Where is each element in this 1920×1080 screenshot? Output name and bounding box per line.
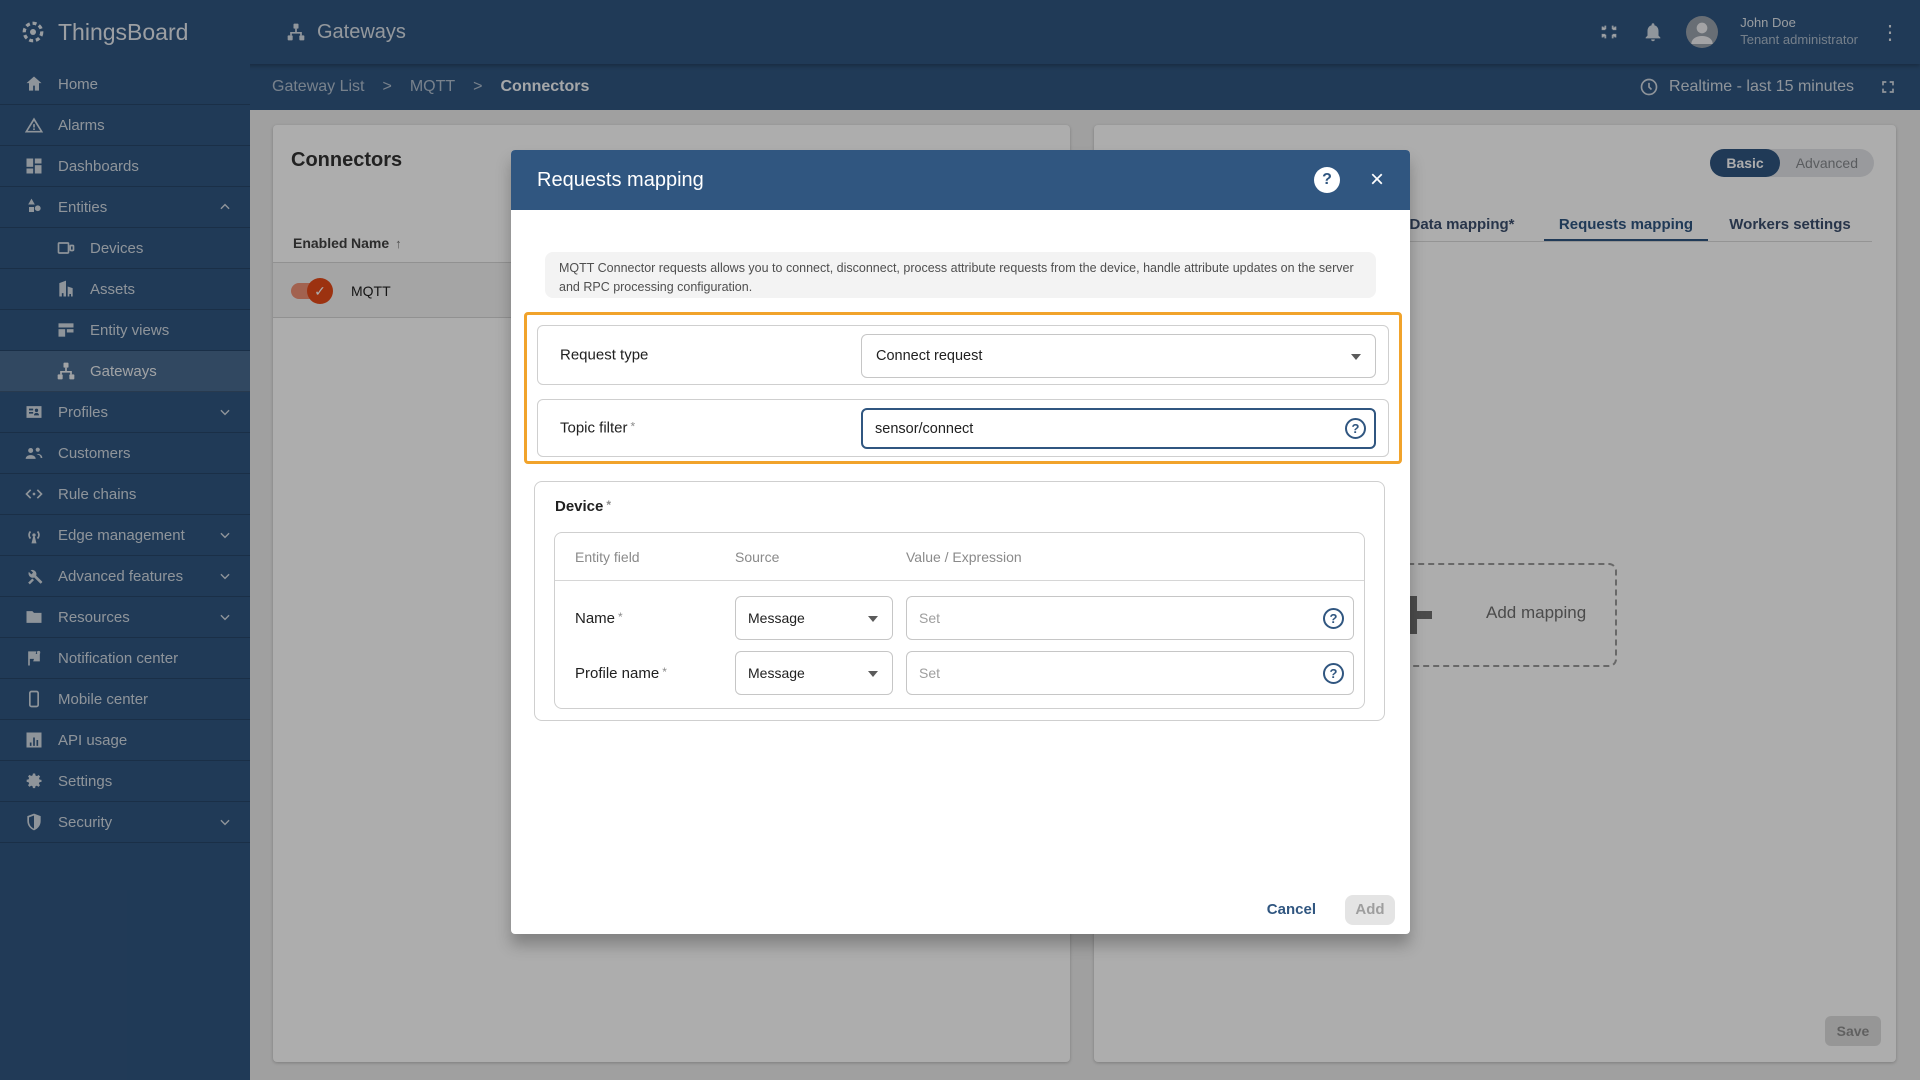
highlighted-request-section: Request type Connect request Topic filte… — [524, 312, 1402, 464]
topic-filter-help-icon[interactable]: ? — [1345, 418, 1366, 439]
name-source-select[interactable]: Message — [735, 596, 893, 640]
profile-source-select[interactable]: Message — [735, 651, 893, 695]
request-type-label: Request type — [560, 347, 648, 364]
dialog-description: MQTT Connector requests allows you to co… — [545, 252, 1376, 298]
topic-filter-field: Topic filter* ? — [537, 399, 1389, 457]
topic-filter-label: Topic filter* — [560, 420, 635, 437]
request-type-field: Request type Connect request — [537, 325, 1389, 385]
dialog-title: Requests mapping — [537, 169, 704, 192]
device-table-header: Entity field Source Value / Expression — [555, 533, 1364, 581]
add-button[interactable]: Add — [1345, 895, 1395, 925]
device-mapping-table: Entity field Source Value / Expression N… — [554, 532, 1365, 709]
column-value-expression: Value / Expression — [906, 549, 1022, 565]
request-type-select[interactable]: Connect request — [861, 334, 1376, 378]
name-row-label: Name* — [575, 610, 623, 627]
profile-value-help-icon[interactable]: ? — [1323, 663, 1344, 684]
dropdown-caret-icon — [868, 616, 878, 622]
profile-value-input[interactable] — [906, 651, 1354, 695]
requests-mapping-dialog: Requests mapping ? × MQTT Connector requ… — [511, 150, 1410, 934]
thingsboard-screen: ThingsBoard Gateways John Doe Tenant adm… — [0, 0, 1920, 1080]
dialog-header: Requests mapping ? × — [511, 150, 1410, 210]
dropdown-caret-icon — [1351, 354, 1361, 360]
name-value-help-icon[interactable]: ? — [1323, 608, 1344, 629]
device-section-title: Device* — [555, 498, 611, 515]
dropdown-caret-icon — [868, 671, 878, 677]
column-entity-field: Entity field — [575, 549, 640, 565]
cancel-button[interactable]: Cancel — [1259, 895, 1324, 925]
profile-name-row-label: Profile name* — [575, 665, 667, 682]
help-icon[interactable]: ? — [1314, 167, 1340, 193]
device-section: Device* Entity field Source Value / Expr… — [534, 481, 1385, 721]
name-value-input[interactable] — [906, 596, 1354, 640]
close-icon[interactable]: × — [1370, 168, 1384, 192]
topic-filter-input[interactable] — [861, 408, 1376, 449]
column-source: Source — [735, 549, 779, 565]
